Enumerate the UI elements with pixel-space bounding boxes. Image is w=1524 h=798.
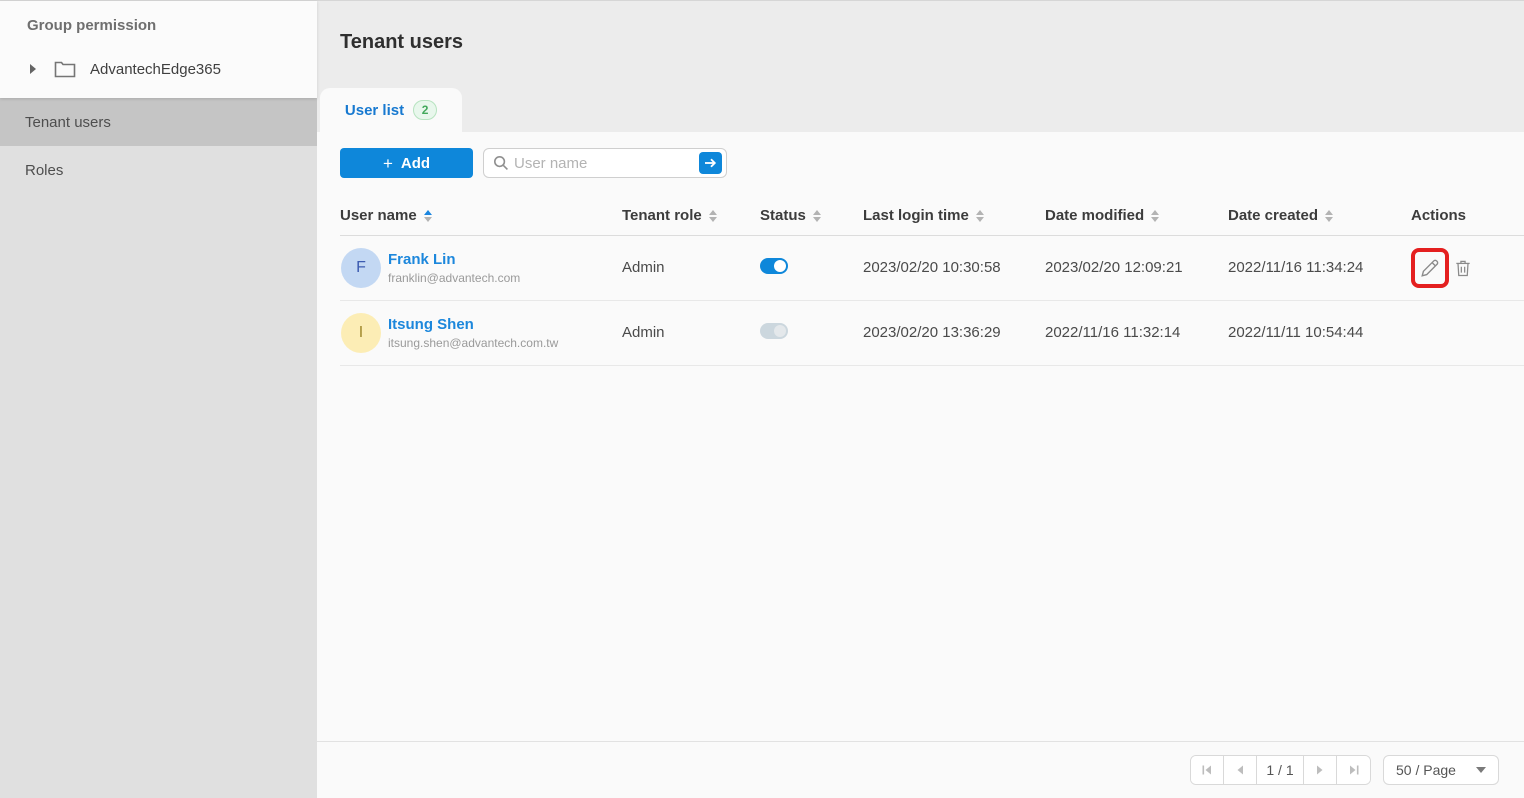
tenant-role: Admin <box>622 324 665 341</box>
delete-icon[interactable] <box>1453 257 1473 279</box>
pager: 1 / 1 <box>1190 755 1371 785</box>
column-header-user-name[interactable]: User name <box>340 207 622 224</box>
column-header-date-created[interactable]: Date created <box>1228 207 1411 224</box>
column-header-tenant-role[interactable]: Tenant role <box>622 207 760 224</box>
search-input[interactable] <box>514 155 699 172</box>
date-created: 2022/11/16 11:34:24 <box>1228 259 1363 276</box>
next-page-button[interactable] <box>1304 756 1337 784</box>
sidebar-item-tenant-users[interactable]: Tenant users <box>0 98 317 146</box>
toolbar: + Add <box>340 148 1524 178</box>
column-header-status[interactable]: Status <box>760 207 863 224</box>
plus-icon: + <box>383 155 393 172</box>
add-user-button[interactable]: + Add <box>340 148 473 178</box>
status-toggle[interactable] <box>760 323 788 339</box>
search-box <box>483 148 727 178</box>
tenant-role: Admin <box>622 259 665 276</box>
tab-user-list[interactable]: User list 2 <box>320 88 462 132</box>
edit-icon[interactable] <box>1419 257 1441 279</box>
page-indicator: 1 / 1 <box>1257 756 1304 784</box>
user-email: itsung.shen@advantech.com.tw <box>388 336 558 350</box>
last-login-time: 2023/02/20 10:30:58 <box>863 259 1001 276</box>
avatar: F <box>341 248 381 288</box>
highlight-box <box>1411 248 1449 288</box>
sort-icon[interactable] <box>709 210 717 222</box>
group-permission-panel: Group permission AdvantechEdge365 <box>0 1 317 98</box>
date-modified: 2023/02/20 12:09:21 <box>1045 259 1183 276</box>
date-modified: 2022/11/16 11:32:14 <box>1045 324 1180 341</box>
add-button-label: Add <box>401 155 430 172</box>
tree-item-advantechedge365[interactable]: AdvantechEdge365 <box>0 54 317 84</box>
user-count-badge: 2 <box>413 100 437 120</box>
main-content: Tenant users User list 2 + Add <box>317 1 1524 798</box>
last-login-time: 2023/02/20 13:36:29 <box>863 324 1001 341</box>
caret-down-icon <box>1476 767 1486 773</box>
sidebar-item-label: Roles <box>25 162 63 179</box>
user-name-link[interactable]: Frank Lin <box>388 251 520 268</box>
page-title: Tenant users <box>340 31 1524 54</box>
column-header-date-modified[interactable]: Date modified <box>1045 207 1228 224</box>
sidebar: Group permission AdvantechEdge365 Tenant… <box>0 1 317 798</box>
user-list-panel: + Add <box>317 132 1524 798</box>
page-size-select[interactable]: 50 / Page <box>1383 755 1499 785</box>
pagination-bar: 1 / 1 50 / Page <box>317 741 1524 798</box>
sort-icon[interactable] <box>1325 210 1333 222</box>
sort-icon[interactable] <box>1151 210 1159 222</box>
sort-icon[interactable] <box>976 210 984 222</box>
folder-icon <box>54 60 76 78</box>
date-created: 2022/11/11 10:54:44 <box>1228 324 1363 341</box>
tab-bar: User list 2 <box>317 88 1524 132</box>
search-icon <box>493 155 509 171</box>
table-row: I Itsung Shen itsung.shen@advantech.com.… <box>340 301 1524 366</box>
column-header-actions: Actions <box>1411 207 1524 224</box>
page-size-value: 50 / Page <box>1396 762 1456 778</box>
group-permission-title: Group permission <box>0 17 317 34</box>
sidebar-item-label: Tenant users <box>25 114 111 131</box>
search-submit-button[interactable] <box>699 152 722 174</box>
prev-page-button[interactable] <box>1224 756 1257 784</box>
main-header: Tenant users <box>317 1 1524 88</box>
tree-expand-icon[interactable] <box>30 64 36 74</box>
tab-label: User list <box>345 102 404 119</box>
avatar: I <box>341 313 381 353</box>
table-row: F Frank Lin franklin@advantech.com Admin… <box>340 236 1524 301</box>
tenant-users-table: User name Tenant role Status Last login … <box>340 196 1524 366</box>
sort-icon[interactable] <box>424 210 432 222</box>
app-window: Group permission AdvantechEdge365 Tenant… <box>0 0 1524 798</box>
sidebar-item-roles[interactable]: Roles <box>0 146 317 194</box>
status-toggle[interactable] <box>760 258 788 274</box>
last-page-button[interactable] <box>1337 756 1370 784</box>
column-header-last-login[interactable]: Last login time <box>863 207 1045 224</box>
sort-icon[interactable] <box>813 210 821 222</box>
user-name-link[interactable]: Itsung Shen <box>388 316 558 333</box>
user-email: franklin@advantech.com <box>388 271 520 285</box>
tree-item-label: AdvantechEdge365 <box>90 61 221 78</box>
table-header-row: User name Tenant role Status Last login … <box>340 196 1524 236</box>
first-page-button[interactable] <box>1191 756 1224 784</box>
